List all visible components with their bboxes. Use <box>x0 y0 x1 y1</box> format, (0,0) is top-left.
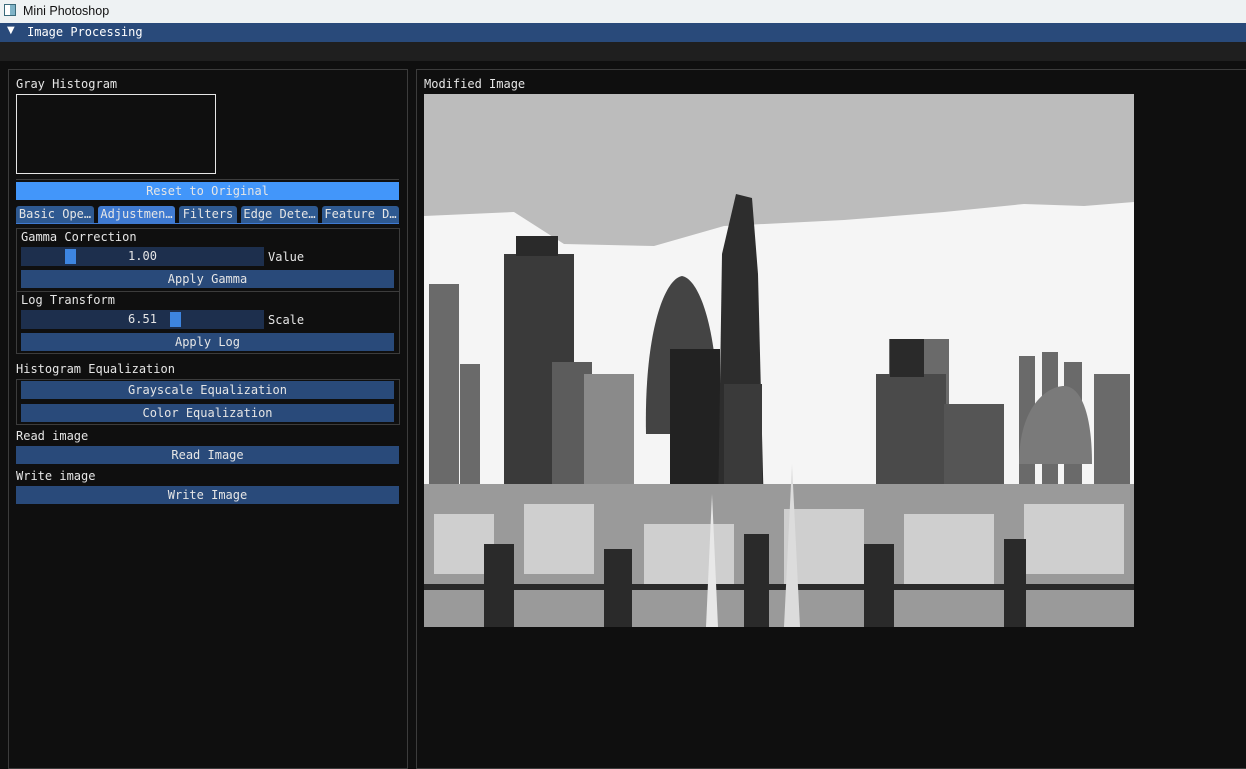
apply-gamma-button[interactable]: Apply Gamma <box>21 270 394 288</box>
tab-edge-detection[interactable]: Edge Dete… <box>241 206 318 223</box>
log-scale-text: 6.51 <box>128 312 157 326</box>
read-image-button[interactable]: Read Image <box>16 446 399 464</box>
gamma-value-text: 1.00 <box>128 249 157 263</box>
modified-image-label: Modified Image <box>424 77 526 91</box>
gray-histogram-plot <box>16 94 216 174</box>
tab-basic-operations[interactable]: Basic Ope… <box>16 206 94 223</box>
log-scale-label: Scale <box>268 313 305 327</box>
gamma-value-label: Value <box>268 250 305 264</box>
log-transform-label: Log Transform <box>21 293 115 307</box>
image-processing-header[interactable]: ▼ Image Processing <box>0 23 1246 42</box>
tab-underline <box>16 223 399 224</box>
window-title-bar: Mini Photoshop <box>0 0 1246 23</box>
tab-feature-detection[interactable]: Feature D… <box>322 206 399 223</box>
header-label: Image Processing <box>27 25 143 39</box>
gamma-correction-label: Gamma Correction <box>21 230 137 244</box>
gamma-value-slider[interactable]: 1.00 <box>21 247 264 266</box>
reset-to-original-button[interactable]: Reset to Original <box>16 182 399 200</box>
grayscale-equalization-button[interactable]: Grayscale Equalization <box>21 381 394 399</box>
write-image-button[interactable]: Write Image <box>16 486 399 504</box>
read-image-label: Read image <box>16 429 89 443</box>
histogram-equalization-label: Histogram Equalization <box>16 362 175 376</box>
separator <box>17 291 399 292</box>
histogram-label: Gray Histogram <box>16 77 118 91</box>
window-title: Mini Photoshop <box>23 4 110 18</box>
separator <box>16 179 399 180</box>
modified-image <box>424 94 1134 627</box>
tab-filters[interactable]: Filters <box>179 206 237 223</box>
write-image-label: Write image <box>16 469 96 483</box>
app-icon <box>4 4 16 16</box>
apply-log-button[interactable]: Apply Log <box>21 333 394 351</box>
cityscape-image <box>424 94 1134 627</box>
menu-strip <box>0 42 1246 61</box>
color-equalization-button[interactable]: Color Equalization <box>21 404 394 422</box>
collapse-arrow-icon[interactable]: ▼ <box>7 25 15 36</box>
tab-adjustments[interactable]: Adjustmen… <box>98 206 175 223</box>
log-scale-slider[interactable]: 6.51 <box>21 310 264 329</box>
